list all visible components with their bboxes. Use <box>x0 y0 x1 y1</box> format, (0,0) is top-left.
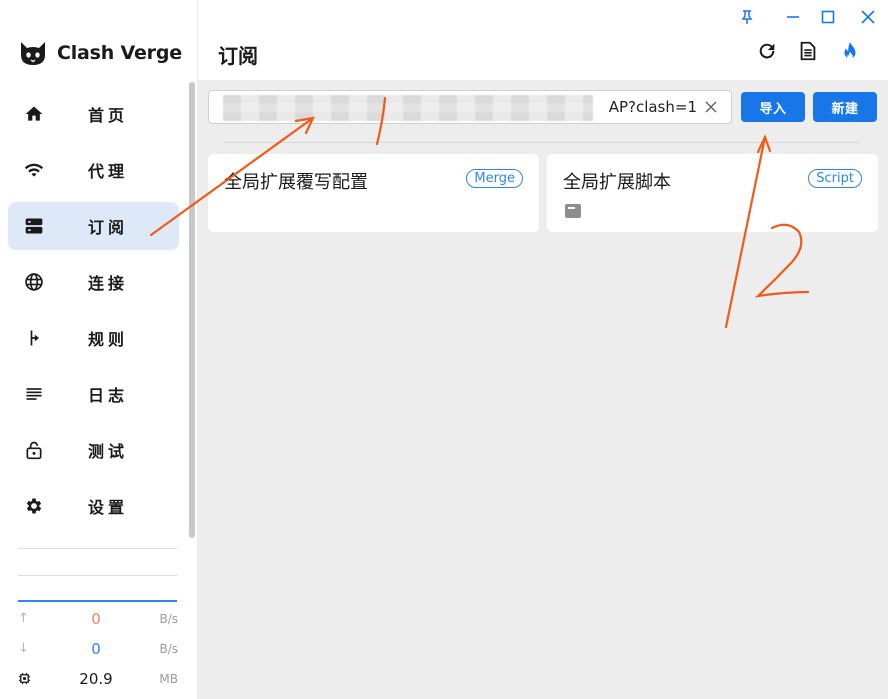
new-button[interactable]: 新建 <box>813 92 877 122</box>
minimize-button[interactable] <box>782 6 804 28</box>
card-title: 全局扩展覆写配置 <box>224 172 368 193</box>
refresh-icon <box>759 43 775 59</box>
lock-icon <box>24 440 44 460</box>
card-title: 全局扩展脚本 <box>563 172 671 193</box>
subscription-icon <box>24 216 44 236</box>
app-name: Clash Verge <box>57 42 182 64</box>
download-speed: ↓ 0 B/s <box>18 639 178 659</box>
home-icon <box>24 104 44 124</box>
subscription-url-value: AP?clash=1 <box>608 98 697 116</box>
minimize-icon <box>787 16 799 18</box>
profile-card-merge[interactable]: 全局扩展覆写配置 Merge <box>208 154 539 232</box>
profile-card-script[interactable]: 全局扩展脚本 Script <box>547 154 878 232</box>
refresh-button[interactable] <box>756 40 780 64</box>
content-divider <box>224 142 860 143</box>
sidebar-item-label: 日志 <box>88 386 129 405</box>
card-type-badge: Script <box>808 169 862 188</box>
import-button[interactable]: 导入 <box>741 92 805 122</box>
pin-icon <box>741 10 753 24</box>
sidebar-item-settings[interactable]: 设置 <box>8 482 179 530</box>
upload-unit: B/s <box>159 612 178 626</box>
gear-icon <box>24 496 44 516</box>
pin-button[interactable] <box>736 6 758 28</box>
traffic-graph-line <box>18 600 177 602</box>
maximize-icon <box>821 10 835 24</box>
script-file-icon <box>565 204 581 218</box>
download-unit: B/s <box>159 642 178 656</box>
sidebar-item-test[interactable]: 测试 <box>8 426 179 474</box>
subscription-url-input[interactable]: AP?clash=1 <box>208 90 732 124</box>
arrow-up-icon: ↑ <box>18 611 29 626</box>
page-title: 订阅 <box>218 44 258 68</box>
sidebar-item-home[interactable]: 首页 <box>8 90 179 138</box>
sidebar-item-label: 订阅 <box>88 218 129 237</box>
globe-icon <box>24 272 44 292</box>
document-icon <box>800 41 816 61</box>
card-type-badge: Merge <box>466 169 523 188</box>
log-file-button[interactable] <box>797 40 821 64</box>
main-content: 订阅 AP?clash=1 导入 新建 全局扩展覆写配置 Merge 全局扩展脚… <box>198 0 888 699</box>
sidebar-item-label: 设置 <box>88 498 129 517</box>
memory-value: 20.9 <box>79 670 113 688</box>
hot-update-button[interactable] <box>839 40 863 64</box>
maximize-button[interactable] <box>817 6 839 28</box>
sidebar-item-label: 规则 <box>88 330 129 349</box>
page-header: 订阅 <box>198 0 888 80</box>
sidebar-divider <box>18 575 177 576</box>
sidebar-item-rules[interactable]: 规则 <box>8 314 179 362</box>
log-icon <box>24 384 44 404</box>
sidebar-nav: 首页 代理 订阅 连接 规则 日志 测试 设置 <box>8 90 179 538</box>
download-value: 0 <box>91 640 101 658</box>
memory-usage: 20.9 MB <box>18 669 178 689</box>
cat-logo-icon <box>21 42 45 65</box>
sidebar: Clash Verge 首页 代理 订阅 连接 规则 日志 测试 设置 ↑ 0 … <box>0 0 198 699</box>
clear-icon[interactable] <box>703 99 719 115</box>
arrow-down-icon: ↓ <box>18 641 29 656</box>
upload-speed: ↑ 0 B/s <box>18 609 178 629</box>
sidebar-item-logs[interactable]: 日志 <box>8 370 179 418</box>
sidebar-scrollbar[interactable] <box>189 82 195 538</box>
sidebar-divider <box>18 548 177 549</box>
app-logo: Clash Verge <box>18 38 182 68</box>
wifi-icon <box>24 160 44 180</box>
sidebar-item-label: 测试 <box>88 442 129 461</box>
upload-value: 0 <box>91 610 101 628</box>
fork-icon <box>24 328 44 348</box>
memory-chip-icon <box>18 672 32 686</box>
flame-icon <box>844 41 856 60</box>
close-icon <box>861 10 875 24</box>
sidebar-item-label: 代理 <box>88 162 129 181</box>
close-window-button[interactable] <box>857 6 879 28</box>
sidebar-item-subscription[interactable]: 订阅 <box>8 202 179 250</box>
redacted-url-mosaic <box>223 95 593 121</box>
sidebar-item-connections[interactable]: 连接 <box>8 258 179 306</box>
memory-unit: MB <box>159 672 178 686</box>
sidebar-item-label: 连接 <box>88 274 129 293</box>
sidebar-item-proxy[interactable]: 代理 <box>8 146 179 194</box>
sidebar-item-label: 首页 <box>88 106 129 125</box>
